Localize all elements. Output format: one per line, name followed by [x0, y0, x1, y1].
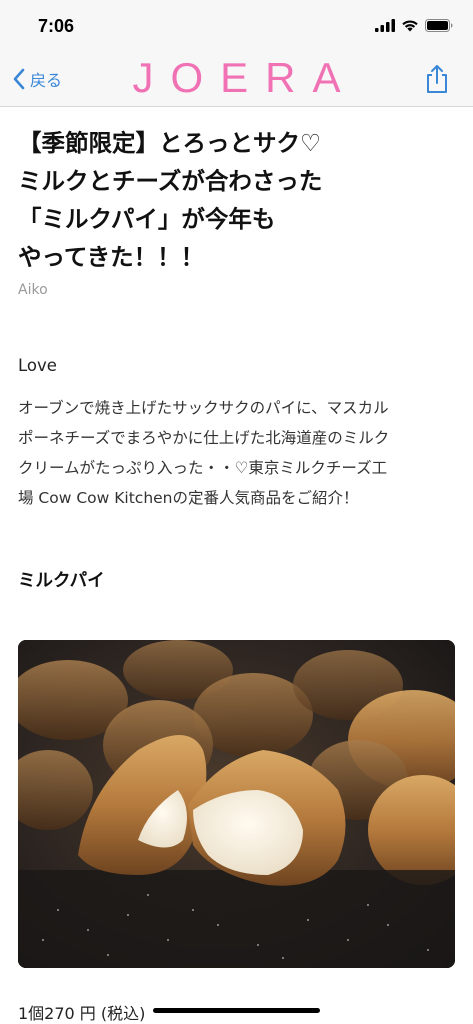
wifi-icon — [402, 19, 418, 31]
intro-line: クリームがたっぷり入った・・♡東京ミルクチーズ工 — [18, 459, 388, 477]
title-line: ミルクとチーズが合わさった — [18, 167, 323, 195]
category-label[interactable]: Love — [18, 356, 455, 375]
intro-line: オーブンで焼き上げたサックサクのパイに、マスカル — [18, 399, 389, 417]
intro-line: ポーネチーズでまろやかに仕上げた北海道産のミルク — [18, 429, 390, 447]
title-line: やってきた！！！ — [18, 243, 205, 271]
author-name[interactable]: Aiko — [18, 282, 455, 298]
status-bar: 7:06 — [0, 0, 473, 50]
title-line: 【季節限定】とろっとサク♡ — [18, 129, 322, 157]
article-content: 【季節限定】とろっとサク♡ ミルクとチーズが合わさった 「ミルクパイ」が今年も … — [18, 106, 455, 1023]
section-heading: ミルクパイ — [18, 571, 105, 591]
title-line: 「ミルクパイ」が今年も — [18, 205, 276, 233]
intro-text: オーブンで焼き上げたサックサクのパイに、マスカル ポーネチーズでまろやかに仕上げ… — [18, 393, 455, 513]
battery-icon — [425, 18, 453, 32]
cellular-signal-icon — [375, 18, 395, 32]
intro-line: 場 Cow Cow Kitchenの定番人気商品をご紹介！ — [18, 489, 359, 507]
share-button[interactable] — [423, 64, 451, 94]
home-indicator[interactable] — [153, 1008, 320, 1013]
article-title: 【季節限定】とろっとサク♡ ミルクとチーズが合わさった 「ミルクパイ」が今年も … — [18, 124, 455, 276]
milk-pie-photo — [18, 640, 455, 968]
price-text: 1個270 円 (税込) — [18, 1004, 146, 1023]
status-time: 7:06 — [38, 16, 75, 36]
status-icons — [375, 18, 453, 32]
share-icon — [427, 65, 447, 93]
navigation-bar: 戻る JOERA — [0, 50, 473, 107]
site-logo: JOERA — [132, 54, 358, 101]
